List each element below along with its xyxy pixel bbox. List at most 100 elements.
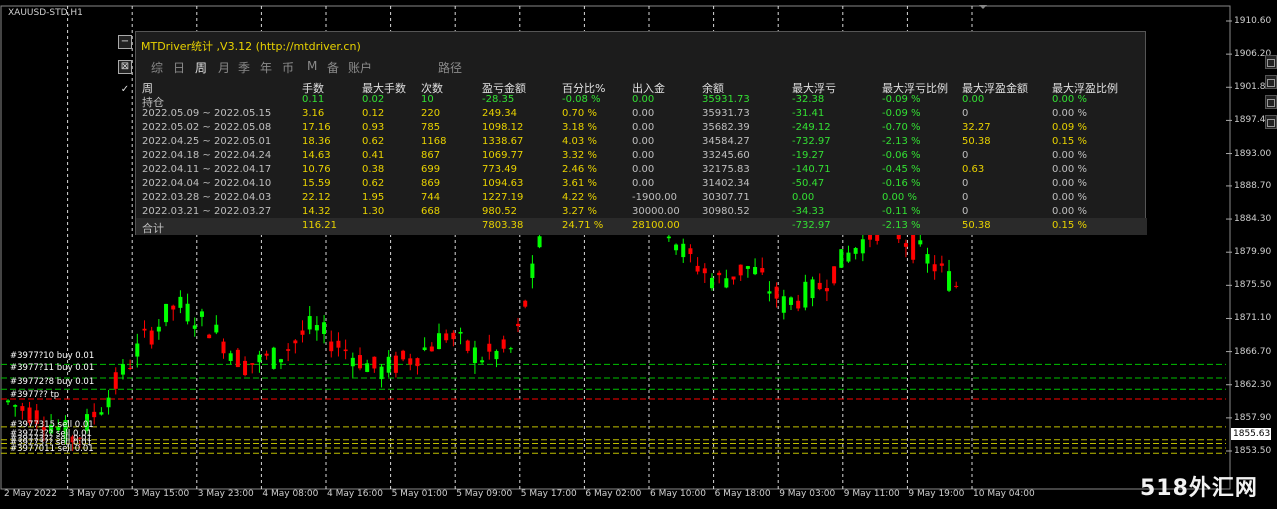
table-cell: 10 [421, 94, 434, 105]
price-tick-label: 1862.30 [1234, 379, 1272, 390]
time-tick-label: 6 May 10:00 [650, 489, 706, 499]
candle-body [954, 285, 959, 287]
candle-body [228, 353, 233, 361]
tab-3[interactable]: 月 [218, 59, 230, 76]
candle-body [271, 347, 276, 369]
table-cell: 699 [421, 164, 441, 175]
table-cell: 0.09 % [1052, 122, 1087, 133]
price-tick-label: 1884.30 [1234, 214, 1272, 225]
table-cell: 33245.60 [702, 150, 750, 161]
tab-10[interactable]: 路径 [438, 59, 462, 76]
candle-body [350, 357, 355, 367]
candle-body [788, 297, 793, 305]
candle-body [760, 268, 765, 273]
price-tick-label: 1910.60 [1234, 16, 1272, 26]
table-cell: -0.70 % [882, 122, 921, 133]
time-tick-label: 4 May 08:00 [262, 489, 319, 499]
time-tick-label: 3 May 07:00 [68, 489, 125, 499]
candle-body [444, 333, 449, 341]
toggle-icon[interactable]: ⊠ [118, 60, 132, 74]
candle-body [214, 324, 219, 333]
tab-2[interactable]: 周 [195, 59, 207, 76]
table-cell: 2022.04.18 ~ 2022.04.24 [142, 150, 272, 161]
candle-body [372, 356, 377, 369]
table-cell: -0.08 % [562, 94, 601, 105]
table-cell: 0.00 % [1052, 206, 1087, 217]
candle-body [745, 266, 750, 269]
candle-body [717, 272, 722, 276]
table-cell: 3.18 % [562, 122, 597, 133]
candle-body [178, 296, 183, 308]
candle-body [199, 311, 204, 317]
table-cell: -0.16 % [882, 178, 921, 189]
table-cell: 0.00 [792, 192, 815, 203]
side-panel-button-4[interactable] [1265, 115, 1277, 129]
table-cell: 0.00 % [1052, 164, 1087, 175]
candle-body [243, 360, 248, 376]
table-cell: 35682.39 [702, 122, 750, 133]
table-cell: 2022.05.02 ~ 2022.05.08 [142, 122, 272, 133]
tab-6[interactable]: 币 [282, 59, 294, 76]
table-cell: 0.93 [362, 122, 385, 133]
table-cell: 773.49 [482, 164, 517, 175]
period-tabs: 综日周月季年币 M 备账户 路径 [136, 59, 1145, 77]
table-cell: 0.62 [362, 178, 385, 189]
candle-body [278, 359, 283, 363]
time-tick-label: 6 May 02:00 [585, 489, 642, 499]
candle-body [257, 354, 262, 363]
table-cell: 1098.12 [482, 122, 524, 133]
price-tick-label: 1871.10 [1234, 313, 1272, 324]
tab-9[interactable]: 账户 [348, 59, 372, 76]
time-axis[interactable]: 2 May 2022 3 May 07:00 3 May 15:00 3 May 23… [0, 489, 1230, 509]
candle-body [401, 350, 406, 360]
table-cell: 0.70 % [562, 108, 597, 119]
tab-8[interactable]: 备 [327, 59, 339, 76]
candle-body [767, 291, 772, 294]
candle-body [781, 296, 786, 313]
price-tick-label: 1853.50 [1234, 446, 1272, 456]
candle-body [860, 239, 865, 254]
table-cell: -0.11 % [882, 206, 921, 217]
mtdriver-stats-panel: − ⊠ ✓ MTDriver统计 ,V3.12 (http://mtdriver… [118, 31, 1147, 235]
candle-body [192, 325, 197, 329]
table-cell: 4.03 % [562, 136, 597, 147]
candle-body [709, 277, 714, 289]
candle-body [724, 278, 729, 288]
candle-body [322, 322, 327, 334]
order-label-buy: #3977?11 buy 0.01 [10, 362, 95, 373]
tab-7[interactable]: M [307, 59, 317, 73]
candle-body [523, 300, 528, 307]
price-axis[interactable]: 1910.60 1906.20 1901.80 1897.40 1893.00 1888.… [1230, 0, 1277, 489]
candle-body [458, 331, 463, 334]
candle-body [264, 353, 269, 356]
candle-body [465, 340, 470, 351]
minimize-button[interactable]: − [118, 35, 132, 49]
table-cell: -0.06 % [882, 150, 921, 161]
price-tick-label: 1879.90 [1234, 247, 1272, 258]
time-tick-label: 10 May 04:00 [973, 489, 1035, 499]
table-cell: 31402.34 [702, 178, 750, 189]
candle-body [731, 276, 736, 280]
tab-4[interactable]: 季 [238, 59, 250, 76]
candle-body [494, 350, 499, 360]
candle-body [13, 405, 18, 407]
tab-1[interactable]: 日 [173, 59, 185, 76]
table-cell: 0.00 % [1052, 94, 1087, 105]
tab-0[interactable]: 综 [151, 59, 163, 76]
side-panel-button-1[interactable] [1265, 55, 1277, 69]
candle-body [156, 326, 161, 332]
side-panel-button-3[interactable] [1265, 95, 1277, 109]
candle-body [903, 243, 908, 247]
candle-body [365, 363, 370, 372]
tab-5[interactable]: 年 [260, 59, 272, 76]
time-tick-label: 9 May 19:00 [908, 489, 965, 499]
table-cell: 1168 [421, 136, 447, 147]
time-tick-label: 5 May 09:00 [456, 489, 513, 499]
check-icon[interactable]: ✓ [118, 84, 132, 98]
candle-body [120, 364, 125, 375]
table-cell: 2022.04.11 ~ 2022.04.17 [142, 164, 272, 175]
summary-cell: 7803.38 [482, 220, 524, 231]
time-tick-label: 3 May 15:00 [133, 489, 190, 499]
current-price-label: 1855.63 [1231, 428, 1271, 440]
side-panel-button-2[interactable] [1265, 75, 1277, 89]
